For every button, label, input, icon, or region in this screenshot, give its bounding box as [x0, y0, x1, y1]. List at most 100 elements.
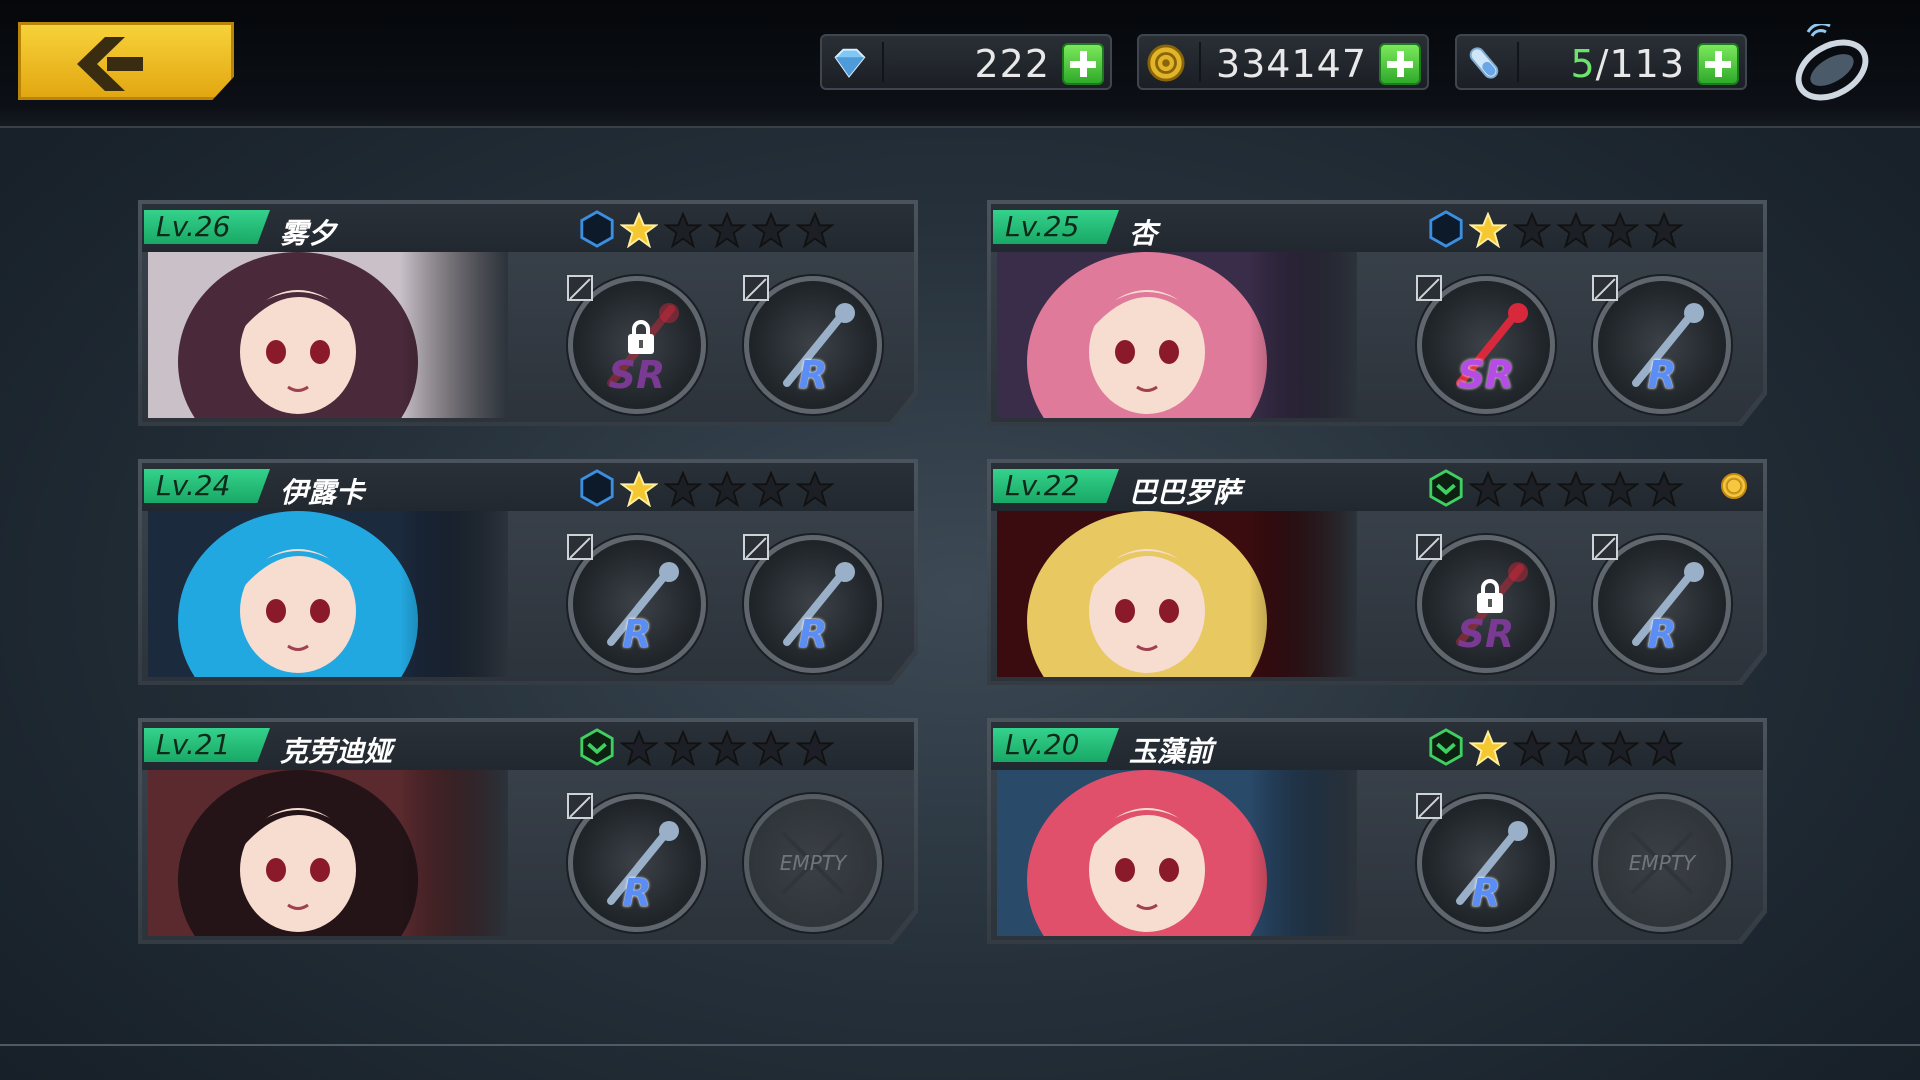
- character-card[interactable]: Lv.26 雾夕 SR R: [138, 200, 918, 426]
- empty-star-icon: [1513, 471, 1551, 507]
- character-card[interactable]: Lv.21 克劳迪娅 R EMPTY: [138, 718, 918, 944]
- empty-star-icon: [752, 471, 790, 507]
- equipment-slot[interactable]: SR: [1416, 534, 1555, 673]
- empty-star-icon: [752, 212, 790, 248]
- character-card[interactable]: Lv.20 玉藻前 R EMPTY: [987, 718, 1767, 944]
- filled-star-icon: [1469, 212, 1507, 248]
- character-portrait: [148, 770, 508, 936]
- card-header: Lv.26 雾夕: [142, 204, 914, 252]
- lock-icon: [628, 320, 654, 354]
- empty-star-icon: [1601, 212, 1639, 248]
- card-header: Lv.22 巴巴罗萨: [991, 463, 1763, 511]
- star-rating: [1469, 471, 1683, 507]
- equipment-slot[interactable]: SR: [1416, 275, 1555, 414]
- empty-star-icon: [708, 471, 746, 507]
- empty-star-icon: [1557, 212, 1595, 248]
- character-card[interactable]: Lv.24 伊露卡 R R: [138, 459, 918, 685]
- equipment-slot[interactable]: R: [567, 534, 706, 673]
- class-icon: [580, 728, 614, 766]
- empty-slot-label: EMPTY: [1628, 851, 1696, 875]
- character-name: 雾夕: [280, 217, 337, 250]
- equipment-slot[interactable]: R: [1416, 793, 1555, 932]
- gem-counter: 222: [820, 34, 1112, 90]
- equipment-slot[interactable]: R: [743, 275, 882, 414]
- edit-equipment-icon[interactable]: [743, 534, 769, 560]
- character-name: 伊露卡: [280, 476, 365, 509]
- edit-equipment-icon[interactable]: [1592, 534, 1618, 560]
- back-arrow-icon: [77, 37, 143, 91]
- character-card[interactable]: Lv.25 杏 SR R: [987, 200, 1767, 426]
- card-header: Lv.21 克劳迪娅: [142, 722, 914, 770]
- edit-equipment-icon[interactable]: [1416, 793, 1442, 819]
- character-portrait: [997, 770, 1357, 936]
- character-name: 玉藻前: [1129, 735, 1214, 768]
- rarity-label: R: [622, 612, 652, 656]
- medal-icon: [1721, 473, 1747, 499]
- class-icon: [1429, 728, 1463, 766]
- empty-star-icon: [1601, 471, 1639, 507]
- equipment-slot[interactable]: R: [1592, 534, 1731, 673]
- edit-equipment-icon[interactable]: [1416, 275, 1442, 301]
- card-header: Lv.20 玉藻前: [991, 722, 1763, 770]
- bottom-divider: [0, 1044, 1920, 1046]
- empty-star-icon: [1513, 212, 1551, 248]
- empty-star-icon: [664, 212, 702, 248]
- rarity-label: SR: [1457, 353, 1515, 397]
- star-rating: [620, 730, 834, 766]
- empty-star-icon: [1645, 471, 1683, 507]
- rarity-label: R: [1647, 612, 1677, 656]
- class-icon: [580, 210, 614, 248]
- empty-star-icon: [664, 730, 702, 766]
- coin-counter: 334147: [1137, 34, 1429, 90]
- character-name: 巴巴罗萨: [1129, 476, 1242, 509]
- star-rating: [620, 471, 834, 507]
- level-badge: Lv.24: [144, 469, 270, 503]
- level-badge: Lv.26: [144, 210, 270, 244]
- coin-count: 334147: [1215, 42, 1367, 86]
- edit-equipment-icon[interactable]: [567, 534, 593, 560]
- card-header: Lv.24 伊露卡: [142, 463, 914, 511]
- edit-equipment-icon[interactable]: [1416, 534, 1442, 560]
- empty-star-icon: [708, 730, 746, 766]
- empty-star-icon: [752, 730, 790, 766]
- empty-equipment-slot[interactable]: EMPTY: [1593, 794, 1731, 932]
- card-header: Lv.25 杏: [991, 204, 1763, 252]
- empty-star-icon: [1469, 471, 1507, 507]
- empty-star-icon: [1645, 730, 1683, 766]
- rarity-label: R: [1471, 871, 1501, 915]
- edit-equipment-icon[interactable]: [1592, 275, 1618, 301]
- empty-star-icon: [664, 471, 702, 507]
- lock-icon: [1477, 579, 1503, 613]
- rarity-label: R: [622, 871, 652, 915]
- star-rating: [1469, 730, 1683, 766]
- edit-equipment-icon[interactable]: [743, 275, 769, 301]
- level-badge: Lv.20: [993, 728, 1119, 762]
- add-stamina-button[interactable]: [1697, 43, 1739, 85]
- star-rating: [620, 212, 834, 248]
- device-settings-button[interactable]: [1790, 22, 1874, 104]
- equipment-slot[interactable]: R: [567, 793, 706, 932]
- rarity-label: SR: [1457, 612, 1515, 656]
- level-badge: Lv.21: [144, 728, 270, 762]
- empty-slot-label: EMPTY: [779, 851, 847, 875]
- empty-equipment-slot[interactable]: EMPTY: [744, 794, 882, 932]
- empty-star-icon: [1557, 471, 1595, 507]
- equipment-slot[interactable]: R: [743, 534, 882, 673]
- back-button[interactable]: [18, 22, 234, 100]
- edit-equipment-icon[interactable]: [567, 793, 593, 819]
- character-name: 克劳迪娅: [280, 735, 393, 768]
- add-coins-button[interactable]: [1379, 43, 1421, 85]
- empty-star-icon: [620, 730, 658, 766]
- rarity-label: SR: [608, 353, 666, 397]
- equipment-slot[interactable]: R: [1592, 275, 1731, 414]
- edit-equipment-icon[interactable]: [567, 275, 593, 301]
- star-rating: [1469, 212, 1683, 248]
- coin-icon: [1147, 44, 1185, 82]
- equipment-slot[interactable]: SR: [567, 275, 706, 414]
- stamina-count: 5/113: [1570, 42, 1685, 86]
- empty-star-icon: [1557, 730, 1595, 766]
- character-card[interactable]: Lv.22 巴巴罗萨 SR R: [987, 459, 1767, 685]
- potion-icon: [1465, 44, 1503, 82]
- empty-star-icon: [796, 471, 834, 507]
- add-gems-button[interactable]: [1062, 43, 1104, 85]
